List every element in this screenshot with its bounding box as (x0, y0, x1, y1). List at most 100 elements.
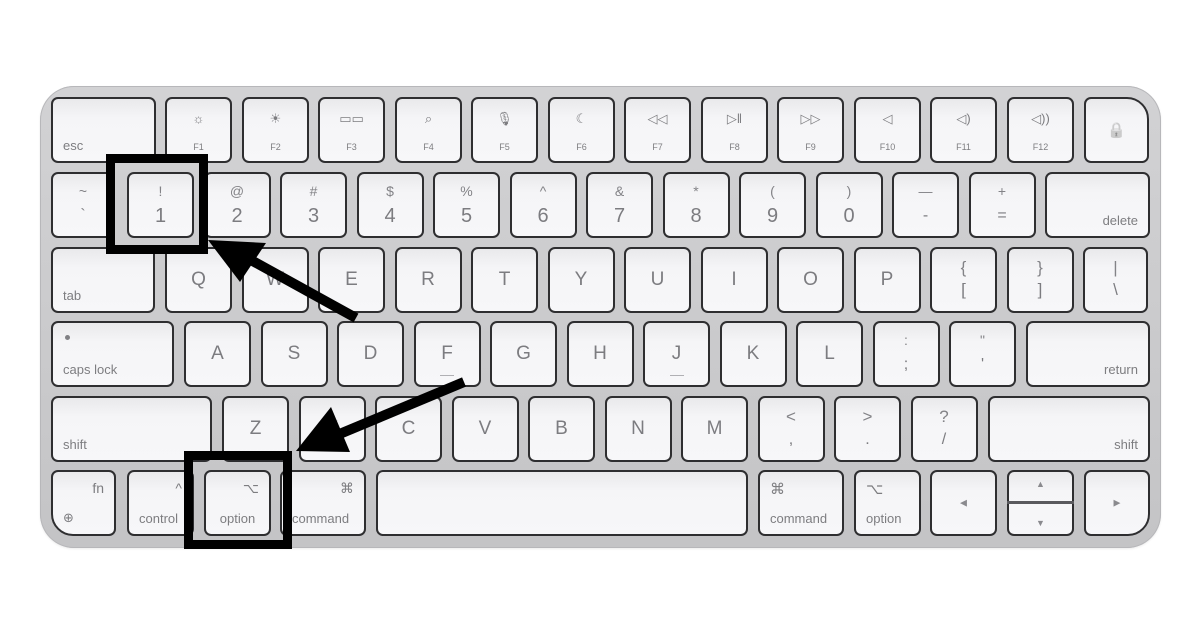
key-main-legend: 2 (231, 205, 243, 227)
key-o[interactable]: O (777, 247, 844, 313)
key-b[interactable]: B (528, 396, 595, 462)
key-8[interactable]: * 8 (662, 172, 730, 238)
key-shift-legend: } (1037, 258, 1043, 277)
key-r[interactable]: R (394, 247, 462, 313)
key-lock[interactable]: 🔒 (1084, 97, 1149, 163)
key-f12[interactable]: ◁)) F12 (1007, 97, 1074, 163)
key-fn[interactable]: ⊕ fn (51, 470, 116, 536)
key-7[interactable]: & 7 (586, 172, 653, 238)
key-delete[interactable]: delete (1045, 172, 1150, 238)
key-c[interactable]: C (375, 396, 442, 462)
key-equals[interactable]: + = (968, 172, 1036, 238)
key-slash[interactable]: ? / (910, 396, 978, 462)
key-lbracket[interactable]: {[ (930, 247, 997, 313)
key-quote[interactable]: " ' (949, 321, 1016, 387)
key-control-left[interactable]: ^ control (127, 470, 194, 536)
key-tab[interactable]: tab (51, 247, 155, 313)
key-space[interactable] (376, 470, 748, 536)
key-shift-right[interactable]: shift (988, 396, 1150, 462)
key-6[interactable]: ^ 6 (509, 172, 577, 238)
key-label: F10 (879, 142, 896, 152)
key-period[interactable]: >. (834, 396, 901, 462)
key-9[interactable]: (9 (739, 172, 806, 238)
key-option-left[interactable]: ⌥ option (204, 470, 271, 536)
key-1[interactable]: ! 1 (127, 172, 194, 238)
key-2[interactable]: @2 (203, 172, 271, 238)
key-semicolon[interactable]: :; (872, 321, 940, 387)
key-main-legend: 0 (843, 205, 855, 227)
option-icon: ⌥ (242, 480, 259, 496)
option-icon: ⌥ (866, 481, 884, 498)
arrow-right-icon: ▶ (1113, 497, 1121, 508)
key-legend: U (650, 269, 665, 290)
key-esc[interactable]: esc (51, 97, 156, 163)
globe-icon: ⊕ (63, 510, 74, 525)
key-x[interactable]: X (298, 396, 366, 462)
key-l[interactable]: L (796, 321, 863, 387)
key-label: F12 (1032, 142, 1049, 152)
key-p[interactable]: P (853, 247, 921, 313)
key-4[interactable]: $4 (356, 172, 424, 238)
key-q[interactable]: Q (165, 247, 232, 313)
key-z[interactable]: Z (222, 396, 289, 462)
key-rbracket[interactable]: }] (1006, 247, 1074, 313)
key-f[interactable]: F (413, 321, 481, 387)
key-shift-legend: ! (158, 183, 163, 199)
key-m[interactable]: M (681, 396, 748, 462)
key-h[interactable]: H (566, 321, 634, 387)
key-main-legend: - (922, 207, 929, 224)
key-backtick[interactable]: ~ ` (51, 172, 115, 238)
key-i[interactable]: I (700, 247, 768, 313)
key-shift-legend: ? (939, 407, 949, 426)
key-legend: X (325, 418, 339, 439)
key-arrow-left[interactable]: ◀ (930, 470, 997, 536)
key-legend: S (287, 343, 301, 364)
key-v[interactable]: V (451, 396, 519, 462)
key-t[interactable]: T (471, 247, 538, 313)
key-f8[interactable]: ▷‖ F8 (701, 97, 768, 163)
key-option-right[interactable]: ⌥ option (854, 470, 921, 536)
key-n[interactable]: N (604, 396, 672, 462)
key-f7[interactable]: ◁◁ F7 (624, 97, 691, 163)
key-f1[interactable]: ☼ F1 (165, 97, 232, 163)
key-command-left[interactable]: ⌘ command (280, 470, 366, 536)
key-shift-legend: " (980, 332, 985, 348)
command-icon: ⌘ (770, 481, 785, 498)
key-f9[interactable]: ▷▷ F9 (777, 97, 844, 163)
key-main-legend: 7 (613, 205, 626, 227)
key-0[interactable]: ) 0 (815, 172, 883, 238)
key-j[interactable]: J (643, 321, 710, 387)
key-command-right[interactable]: ⌘ command (758, 470, 844, 536)
key-f11[interactable]: ◁) F11 (930, 97, 997, 163)
key-f10[interactable]: ◁ F10 (854, 97, 921, 163)
key-f3[interactable]: ▭▭ F3 (318, 97, 385, 163)
key-minus[interactable]: — - (892, 172, 959, 238)
key-shift-left[interactable]: shift (51, 396, 212, 462)
key-f5[interactable]: 🎙 F5 (471, 97, 538, 163)
key-5[interactable]: % 5 (433, 172, 500, 238)
key-arrow-down[interactable]: ▼ (1009, 503, 1072, 534)
key-f2[interactable]: ☀ F2 (242, 97, 309, 163)
key-main-legend: 1 (154, 205, 167, 227)
key-comma[interactable]: <, (757, 396, 825, 462)
key-f4[interactable]: ⌕ F4 (395, 97, 462, 163)
key-u[interactable]: U (624, 247, 691, 313)
key-y[interactable]: Y (547, 247, 615, 313)
key-3[interactable]: #3 (280, 172, 347, 238)
rewind-icon: ◁◁ (647, 111, 668, 126)
key-w[interactable]: W (241, 247, 309, 313)
key-return[interactable]: return (1026, 321, 1150, 387)
key-legend: H (593, 343, 607, 364)
key-backslash[interactable]: | \ (1083, 247, 1148, 313)
key-e[interactable]: E (318, 247, 385, 313)
key-s[interactable]: S (260, 321, 328, 387)
key-arrow-up[interactable]: ▲ (1009, 472, 1072, 503)
key-arrow-right[interactable]: ▶ (1084, 470, 1150, 536)
key-label: F2 (270, 142, 281, 152)
key-d[interactable]: D (337, 321, 404, 387)
key-k[interactable]: K (719, 321, 787, 387)
key-f6[interactable]: ☾ F6 (548, 97, 615, 163)
key-capslock[interactable]: caps lock (51, 321, 174, 387)
key-g[interactable]: G (490, 321, 557, 387)
key-a[interactable]: A (184, 321, 251, 387)
